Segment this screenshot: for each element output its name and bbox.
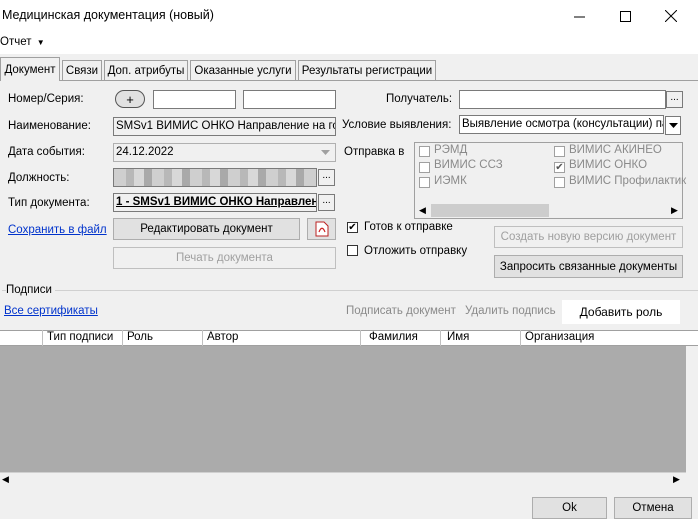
add-number-button[interactable]: + — [115, 90, 145, 108]
checkbox-postpone[interactable] — [347, 245, 358, 256]
grid-horizontal-scrollbar[interactable] — [0, 472, 686, 486]
minimize-button[interactable] — [556, 0, 602, 32]
condition-label: Условие выявления: — [342, 119, 452, 131]
number-label: Номер/Серия: — [8, 93, 84, 105]
event-date-field[interactable]: 24.12.2022 — [113, 143, 336, 162]
checkbox-vimis-ssz[interactable] — [419, 162, 430, 173]
position-label: Должность: — [8, 172, 70, 184]
tab-label: Доп. атрибуты — [107, 64, 185, 77]
tab-document[interactable]: Документ — [0, 57, 60, 81]
doc-type-field[interactable]: 1 - SMSv1 ВИМИС ОНКО Направление — [113, 193, 317, 212]
recipient-label: Получатель: — [386, 93, 453, 105]
event-date-value: 24.12.2022 — [116, 146, 174, 158]
position-browse-button[interactable]: ... — [318, 169, 335, 186]
recipient-browse-button[interactable]: ... — [666, 91, 683, 108]
signatures-group-label: Подписи — [6, 284, 55, 296]
chevron-left-icon[interactable]: ◀ — [2, 474, 9, 485]
plus-icon: + — [126, 91, 134, 107]
window-title: Медицинская документация (новый) — [2, 8, 214, 22]
tab-label: Оказанные услуги — [194, 64, 292, 77]
pdf-button[interactable] — [307, 218, 336, 240]
chevron-down-icon[interactable] — [665, 116, 681, 135]
doc-type-label: Тип документа: — [8, 197, 90, 209]
close-button[interactable] — [648, 0, 694, 32]
maximize-icon — [619, 10, 631, 22]
series-field[interactable] — [243, 90, 336, 109]
send-target-label: ВИМИС Профилактик — [569, 175, 687, 187]
new-version-button[interactable]: Создать новую версию документ — [494, 226, 683, 248]
column-header[interactable]: Автор — [202, 330, 360, 346]
all-certificates-link[interactable]: Все сертификаты — [4, 305, 98, 317]
add-role-label: Добавить роль — [579, 305, 663, 319]
number-field[interactable] — [153, 90, 236, 109]
delete-signature-button[interactable]: Удалить подпись — [465, 305, 556, 317]
tab-label: Документ — [4, 63, 56, 76]
check-icon: ✔ — [348, 221, 357, 233]
tab-services[interactable]: Оказанные услуги — [190, 60, 296, 80]
add-role-button[interactable]: Добавить роль — [562, 300, 680, 324]
grid-vertical-scrollbar[interactable] — [686, 346, 698, 472]
event-date-label: Дата события: — [8, 146, 85, 158]
chevron-right-icon[interactable]: ▶ — [673, 474, 680, 485]
menu-report[interactable]: Отчет ▼ — [0, 36, 45, 48]
chevron-down-icon: ▼ — [36, 38, 45, 47]
checkbox-iemk[interactable] — [419, 177, 430, 188]
recipient-field[interactable] — [459, 90, 666, 109]
signatures-grid-body[interactable] — [0, 346, 686, 472]
name-label: Наименование: — [8, 120, 91, 132]
tab-label: Результаты регистрации — [301, 64, 433, 77]
save-to-file-link[interactable]: Сохранить в файл — [8, 224, 107, 236]
send-target-label: ВИМИС ОНКО — [569, 159, 648, 171]
send-target-label: РЭМД — [434, 144, 468, 156]
chevron-left-icon[interactable]: ◀ — [419, 205, 426, 216]
tab-registration-results[interactable]: Результаты регистрации — [298, 60, 436, 80]
ok-button[interactable]: Ok — [532, 497, 607, 519]
checkbox-ready[interactable]: ✔ — [347, 222, 358, 233]
send-target-label: ИЭМК — [434, 175, 467, 187]
tab-label: Связи — [65, 64, 99, 77]
maximize-button[interactable] — [602, 0, 648, 32]
sign-document-button[interactable]: Подписать документ — [346, 305, 456, 317]
tab-links[interactable]: Связи — [62, 60, 102, 80]
ok-label: Ok — [562, 502, 577, 514]
menu-bar — [0, 32, 698, 54]
checkbox-vimis-prof[interactable] — [554, 177, 565, 188]
menu-report-label: Отчет — [0, 36, 32, 48]
doc-type-browse-button[interactable]: ... — [318, 194, 335, 211]
chevron-right-icon[interactable]: ▶ — [671, 205, 678, 216]
column-header[interactable]: Роль — [122, 330, 202, 346]
minimize-icon — [573, 16, 585, 17]
edit-document-button[interactable]: Редактировать документ — [113, 218, 300, 240]
column-header[interactable]: Тип подписи — [42, 330, 122, 346]
checkbox-vimis-onko[interactable]: ✔ — [554, 162, 565, 173]
chevron-down-icon[interactable] — [317, 144, 333, 161]
position-field[interactable] — [113, 168, 317, 187]
new-version-label: Создать новую версию документ — [500, 231, 677, 243]
check-icon: ✔ — [555, 161, 564, 173]
print-document-button[interactable]: Печать документа — [113, 247, 336, 269]
pdf-file-icon — [315, 221, 328, 237]
scrollbar-thumb[interactable] — [431, 204, 549, 217]
name-field[interactable]: SMSv1 ВИМИС ОНКО Направление на госпитал… — [113, 117, 336, 136]
close-icon — [665, 10, 677, 22]
send-to-label: Отправка в — [344, 146, 405, 158]
column-header[interactable]: Фамилия — [360, 330, 440, 346]
send-target-label: ВИМИС АКИНЕО — [569, 144, 662, 156]
send-target-label: ВИМИС ССЗ — [434, 159, 503, 171]
request-related-button[interactable]: Запросить связанные документы — [494, 255, 683, 278]
cancel-label: Отмена — [632, 502, 674, 514]
column-header[interactable]: Имя — [440, 330, 520, 346]
print-document-label: Печать документа — [176, 252, 273, 264]
condition-select[interactable]: Выявление осмотра (консультации) пациент… — [459, 115, 664, 134]
column-header[interactable]: Организация — [520, 330, 686, 346]
postpone-label: Отложить отправку — [364, 245, 468, 257]
tab-extra-attributes[interactable]: Доп. атрибуты — [104, 60, 188, 80]
ready-label: Готов к отправке — [364, 221, 453, 233]
checkbox-remd[interactable] — [419, 146, 430, 157]
request-related-label: Запросить связанные документы — [499, 260, 678, 273]
cancel-button[interactable]: Отмена — [614, 497, 692, 519]
edit-document-label: Редактировать документ — [140, 223, 273, 235]
checkbox-vimis-akineo[interactable] — [554, 146, 565, 157]
